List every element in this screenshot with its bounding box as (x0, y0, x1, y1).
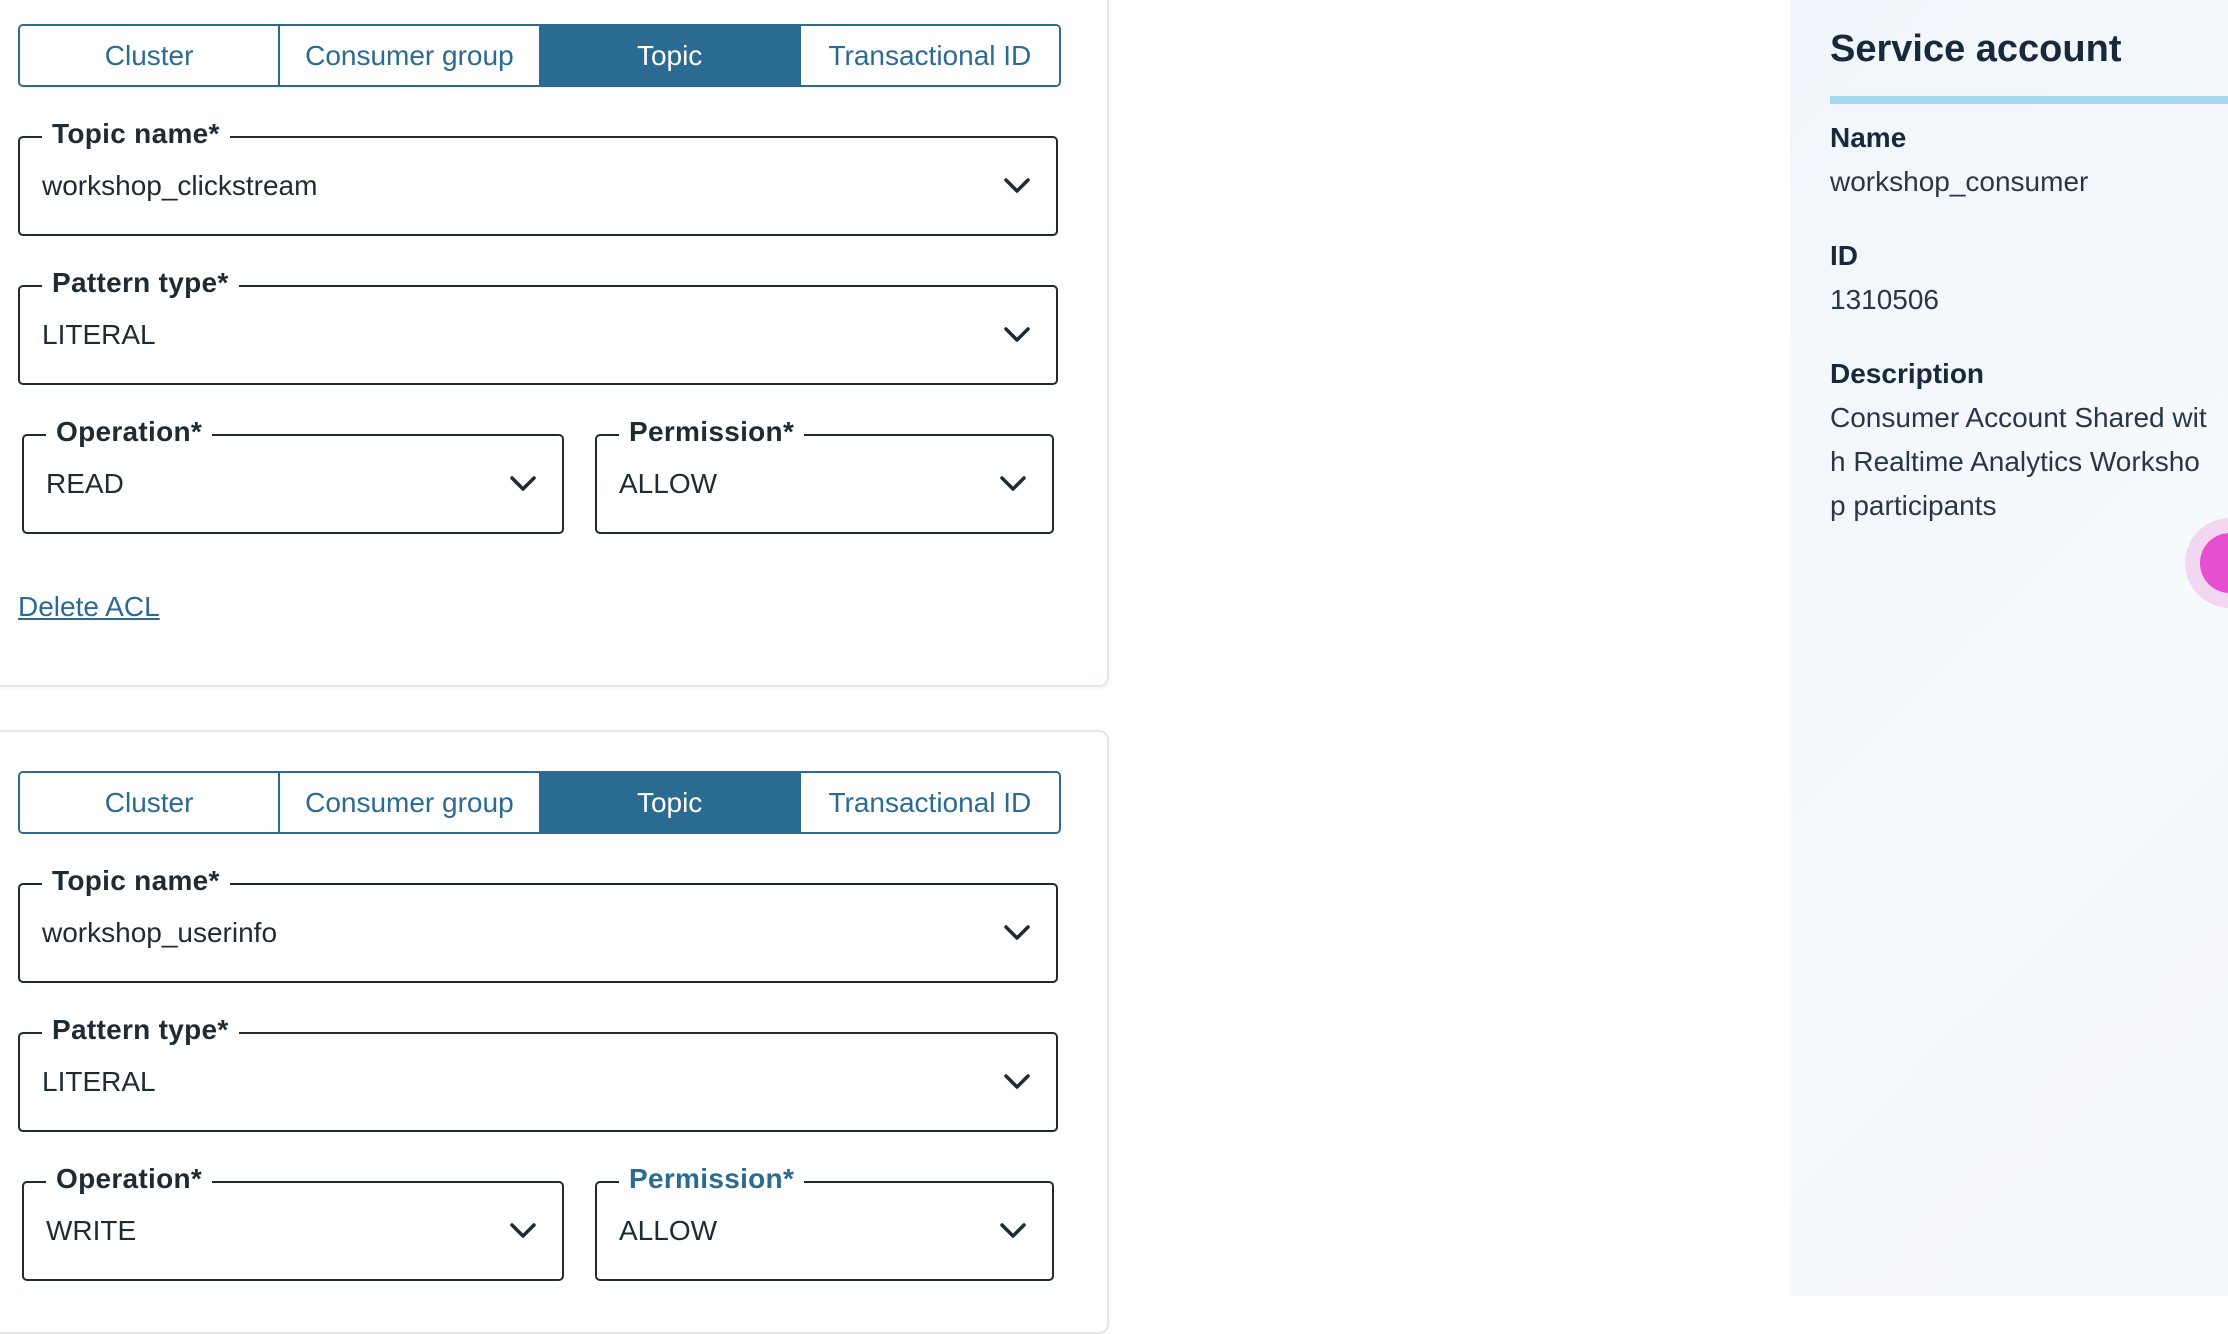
tab-cluster[interactable]: Cluster (20, 26, 281, 85)
chevron-down-icon (510, 476, 536, 491)
delete-acl-link[interactable]: Delete ACL (18, 591, 160, 623)
chevron-down-icon (1000, 476, 1026, 491)
permission-select[interactable]: Permission* ALLOW (595, 1163, 1054, 1281)
pattern-type-select[interactable]: Pattern type* LITERAL (18, 1014, 1058, 1132)
pattern-type-value: LITERAL (42, 1066, 156, 1097)
topic-name-select[interactable]: Topic name* workshop_userinfo (18, 865, 1058, 983)
description-label: Description (1830, 358, 1985, 389)
tab-cluster[interactable]: Cluster (20, 773, 281, 832)
id-label: ID (1830, 240, 1858, 271)
tab-transactional-id[interactable]: Transactional ID (800, 773, 1059, 832)
service-account-panel: Service account Name workshop_consumer I… (1790, 0, 2228, 1296)
panel-title: Service account (1830, 28, 2122, 70)
chevron-down-icon (1004, 178, 1030, 193)
description-value: Consumer Account Shared with Realtime An… (1830, 402, 2207, 521)
tab-topic[interactable]: Topic (540, 26, 801, 85)
acl-card: Cluster Consumer group Topic Transaction… (0, 730, 1109, 1334)
permission-value: ALLOW (619, 468, 718, 499)
pattern-type-value: LITERAL (42, 319, 156, 350)
tab-consumer-group[interactable]: Consumer group (280, 26, 541, 85)
name-label: Name (1830, 122, 1907, 153)
topic-name-select[interactable]: Topic name* workshop_clickstream (18, 118, 1058, 236)
tab-topic[interactable]: Topic (540, 773, 801, 832)
chevron-down-icon (510, 1223, 536, 1238)
title-underline (1830, 96, 2228, 104)
chevron-down-icon (1000, 1223, 1026, 1238)
name-value: workshop_consumer (1830, 166, 2089, 197)
acl-card: Cluster Consumer group Topic Transaction… (0, 0, 1109, 687)
topic-name-value: workshop_userinfo (42, 917, 278, 948)
operation-value: READ (46, 468, 124, 499)
operation-select[interactable]: Operation* WRITE (22, 1163, 564, 1281)
permission-value: ALLOW (619, 1215, 718, 1246)
pattern-type-select[interactable]: Pattern type* LITERAL (18, 267, 1058, 385)
operation-select[interactable]: Operation* READ (22, 416, 564, 534)
permission-select[interactable]: Permission* ALLOW (595, 416, 1054, 534)
topic-name-value: workshop_clickstream (42, 170, 318, 201)
resource-type-tabs: Cluster Consumer group Topic Transaction… (18, 771, 1061, 834)
id-value: 1310506 (1830, 284, 1940, 315)
tab-transactional-id[interactable]: Transactional ID (800, 26, 1059, 85)
tab-consumer-group[interactable]: Consumer group (280, 773, 541, 832)
chevron-down-icon (1004, 327, 1030, 342)
help-bubble-inner (2200, 533, 2228, 593)
chevron-down-icon (1004, 1074, 1030, 1089)
resource-type-tabs: Cluster Consumer group Topic Transaction… (18, 24, 1061, 87)
operation-value: WRITE (46, 1215, 137, 1246)
chevron-down-icon (1004, 925, 1030, 940)
